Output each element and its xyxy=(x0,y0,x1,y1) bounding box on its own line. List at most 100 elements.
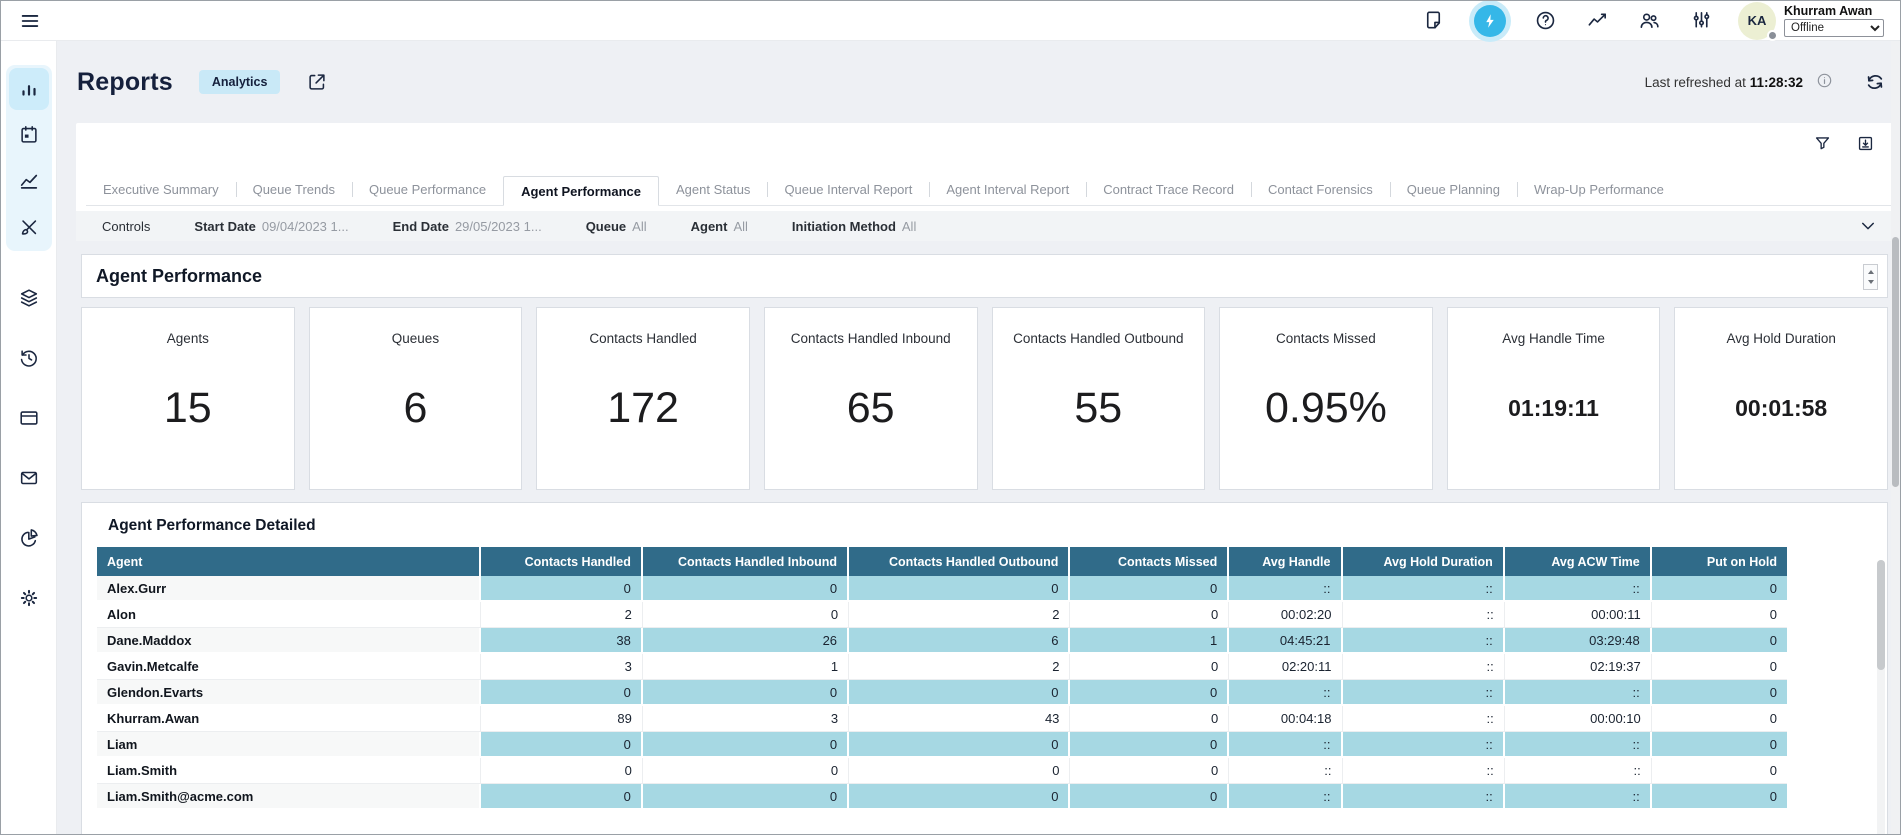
value-cell: 0 xyxy=(481,576,643,602)
sidebar-item-calendar[interactable] xyxy=(9,114,49,156)
sidebar-item-history[interactable] xyxy=(18,347,40,369)
filter-agent[interactable]: Agent All xyxy=(691,219,748,234)
filter-queue[interactable]: QueueAll xyxy=(586,219,647,234)
value-cell: 00:02:20 xyxy=(1229,602,1342,628)
preferences-icon[interactable] xyxy=(1688,8,1714,34)
value-cell: 0 xyxy=(643,576,849,602)
value-cell: :: xyxy=(1343,784,1505,810)
tab-queue-trends[interactable]: Queue Trends xyxy=(236,175,352,205)
insights-icon[interactable] xyxy=(1584,8,1610,34)
value-cell: 0 xyxy=(1652,680,1787,706)
value-cell: 0 xyxy=(481,732,643,758)
sidebar-item-settings[interactable] xyxy=(18,587,40,609)
sidebar-item-layers[interactable] xyxy=(18,287,40,309)
page-title: Reports xyxy=(77,68,173,97)
avatar[interactable]: KA xyxy=(1738,2,1776,40)
value-cell: 0 xyxy=(849,732,1070,758)
table-header-row: AgentContacts HandledContacts Handled In… xyxy=(97,547,1787,576)
users-icon[interactable] xyxy=(1636,8,1662,34)
controls-label: Controls xyxy=(102,219,150,234)
section-panel: Agent Performance xyxy=(81,254,1888,298)
tab-queue-interval-report[interactable]: Queue Interval Report xyxy=(767,175,929,205)
tab-queue-planning[interactable]: Queue Planning xyxy=(1390,175,1517,205)
value-cell: 0 xyxy=(1070,732,1229,758)
column-header-contacts-handled[interactable]: Contacts Handled xyxy=(481,547,643,576)
kpi-label: Contacts Handled Inbound xyxy=(785,331,957,346)
filter-label: Queue xyxy=(586,219,626,234)
value-cell: :: xyxy=(1343,758,1505,784)
download-icon[interactable] xyxy=(1856,134,1875,153)
last-refreshed-time: 11:28:32 xyxy=(1750,75,1803,90)
kpi-label: Avg Hold Duration xyxy=(1721,331,1842,346)
column-header-put-on-hold[interactable]: Put on Hold xyxy=(1652,547,1787,576)
tab-contact-forensics[interactable]: Contact Forensics xyxy=(1251,175,1390,205)
agent-performance-table: AgentContacts HandledContacts Handled In… xyxy=(97,547,1787,810)
value-cell: 0 xyxy=(1070,706,1229,732)
external-link-icon[interactable] xyxy=(306,71,328,93)
value-cell: 0 xyxy=(849,680,1070,706)
filter-value: 09/04/2023 1... xyxy=(262,219,349,234)
sidebar-item-line-chart[interactable] xyxy=(9,160,49,202)
chevron-down-icon[interactable] xyxy=(1859,217,1877,235)
value-cell: 0 xyxy=(849,758,1070,784)
tab-contract-trace-record[interactable]: Contract Trace Record xyxy=(1086,175,1251,205)
sidebar-item-bar-chart[interactable] xyxy=(9,68,49,110)
filter-value: All xyxy=(733,219,747,234)
value-cell: 3 xyxy=(643,706,849,732)
flash-icon[interactable] xyxy=(1474,5,1506,37)
filter-icon[interactable] xyxy=(1813,134,1832,153)
report-panel: Executive SummaryQueue TrendsQueue Perfo… xyxy=(76,123,1893,241)
value-cell: 26 xyxy=(643,628,849,654)
detailed-panel: Agent Performance Detailed AgentContacts… xyxy=(81,502,1888,835)
hamburger-menu-icon[interactable] xyxy=(17,8,43,34)
value-cell: 0 xyxy=(1652,758,1787,784)
help-icon[interactable] xyxy=(1532,8,1558,34)
agent-name-cell: Khurram.Awan xyxy=(97,706,481,732)
value-cell: 0 xyxy=(1652,576,1787,602)
kpi-cards: Agents15Queues6Contacts Handled172Contac… xyxy=(81,307,1888,490)
column-header-contacts-missed[interactable]: Contacts Missed xyxy=(1070,547,1229,576)
filter-label: Agent xyxy=(691,219,728,234)
value-cell: 2 xyxy=(849,602,1070,628)
agent-status-select[interactable]: Offline xyxy=(1784,19,1884,37)
page-scrollbar[interactable] xyxy=(1891,41,1900,834)
stepper-control[interactable] xyxy=(1863,264,1878,290)
value-cell: :: xyxy=(1343,732,1505,758)
agent-name-cell: Alon xyxy=(97,602,481,628)
tab-agent-performance[interactable]: Agent Performance xyxy=(503,176,659,206)
filter-initiation-method[interactable]: Initiation MethodAll xyxy=(792,219,916,234)
user-name: Khurram Awan xyxy=(1784,4,1892,18)
value-cell: :: xyxy=(1229,576,1342,602)
column-header-contacts-handled-outbound[interactable]: Contacts Handled Outbound xyxy=(849,547,1070,576)
column-header-avg-handle[interactable]: Avg Handle xyxy=(1229,547,1342,576)
value-cell: 02:20:11 xyxy=(1229,654,1342,680)
column-header-contacts-handled-inbound[interactable]: Contacts Handled Inbound xyxy=(643,547,849,576)
tab-queue-performance[interactable]: Queue Performance xyxy=(352,175,503,205)
kpi-card-queues: Queues6 xyxy=(309,307,523,490)
filter-end-date[interactable]: End Date29/05/2023 1... xyxy=(393,219,542,234)
sidebar-item-mail[interactable] xyxy=(18,467,40,489)
filter-start-date[interactable]: Start Date09/04/2023 1... xyxy=(194,219,348,234)
value-cell: :: xyxy=(1229,758,1342,784)
sidebar-item-design[interactable] xyxy=(9,206,49,248)
info-icon[interactable] xyxy=(1815,71,1834,93)
value-cell: 0 xyxy=(849,784,1070,810)
notes-icon[interactable] xyxy=(1420,8,1446,34)
table-vertical-scrollbar[interactable] xyxy=(1877,560,1885,835)
controls-bar: Controls Start Date09/04/2023 1... End Da… xyxy=(76,211,1893,241)
column-header-avg-acw-time[interactable]: Avg ACW Time xyxy=(1505,547,1652,576)
tab-executive-summary[interactable]: Executive Summary xyxy=(86,175,236,205)
sidebar-item-window[interactable] xyxy=(18,407,40,429)
kpi-label: Avg Handle Time xyxy=(1496,331,1611,346)
top-bar: KA Khurram Awan Offline xyxy=(1,1,1900,41)
value-cell: 0 xyxy=(1652,654,1787,680)
column-header-agent[interactable]: Agent xyxy=(97,547,481,576)
kpi-card-contacts-handled-inbound: Contacts Handled Inbound65 xyxy=(764,307,978,490)
column-header-avg-hold-duration[interactable]: Avg Hold Duration xyxy=(1343,547,1505,576)
tab-agent-interval-report[interactable]: Agent Interval Report xyxy=(929,175,1086,205)
value-cell: :: xyxy=(1505,758,1652,784)
tab-agent-status[interactable]: Agent Status xyxy=(659,175,767,205)
sidebar-item-pie-chart[interactable] xyxy=(18,527,40,549)
refresh-icon[interactable] xyxy=(1864,71,1886,93)
tab-wrap-up-performance[interactable]: Wrap-Up Performance xyxy=(1517,175,1681,205)
